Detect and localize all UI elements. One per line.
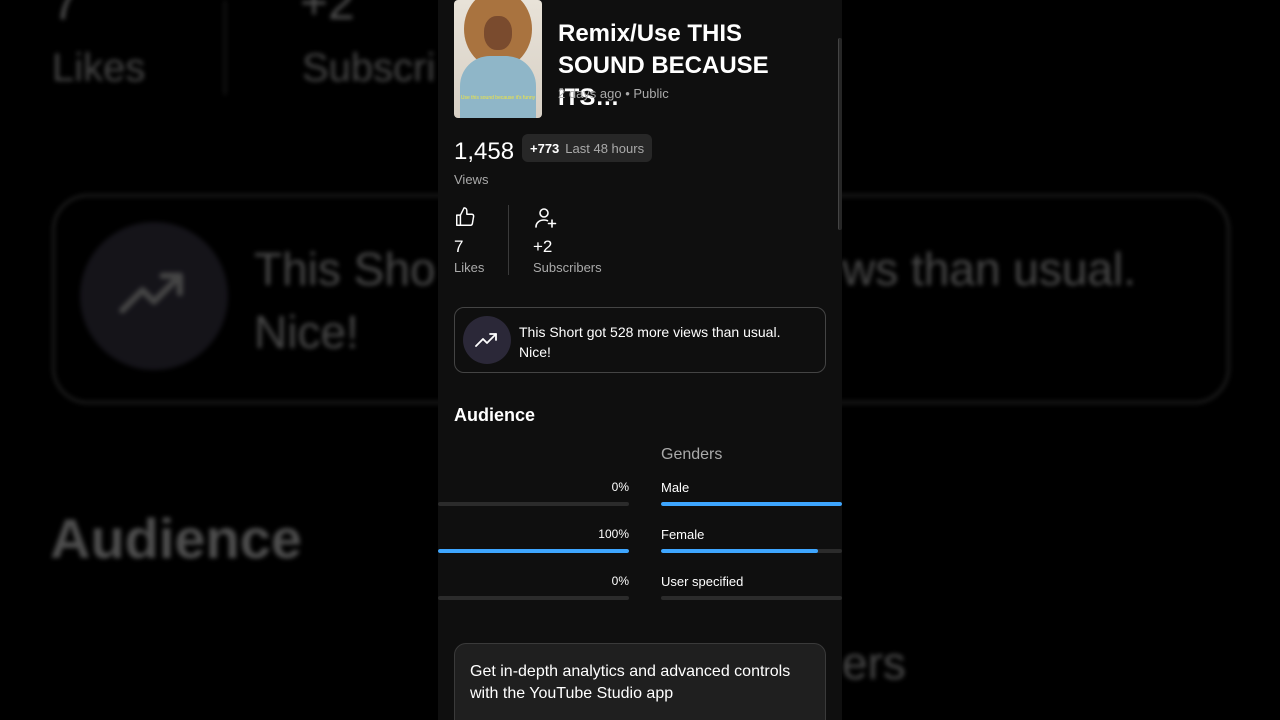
scrollbar[interactable] [838,38,842,230]
trending-up-icon [475,333,497,347]
subscribers-label: Subscribers [533,260,602,275]
genders-heading: Genders [661,446,723,463]
thumbnail-face [484,16,512,50]
views-count: 1,458 [454,138,515,165]
thumbnail-caption: Use this sound because it's funny [460,95,536,101]
views-label: Views [454,172,489,187]
bg-trending-up-icon [119,272,184,314]
analytics-panel: Use this sound because it's funny Remix/… [438,0,842,720]
left-row-3-pct: 0% [611,574,629,588]
gender-female-label: Female [661,527,705,542]
person-add-icon [535,208,557,228]
gender-male-bar [661,502,842,506]
views-delta-period: Last 48 hours [565,140,645,156]
left-row-2-fill [438,549,629,553]
likes-value: 7 [454,237,464,256]
video-meta: 2 days ago • Public [558,86,669,101]
views-delta-value: +773 [530,140,560,156]
gender-user-specified-label: User specified [661,574,744,589]
thumbnail-body [460,56,536,118]
gender-female-bar [661,549,842,553]
stats-divider [508,205,509,275]
gender-male-label: Male [661,480,690,495]
gender-male-fill [661,502,842,506]
studio-app-promo-card[interactable]: Get in-depth analytics and advanced cont… [454,643,826,720]
video-thumbnail[interactable]: Use this sound because it's funny [454,0,542,118]
bg-subs-value: +2 [300,0,355,30]
likes-label: Likes [454,260,485,275]
bg-insight-text-1: This Sho [254,243,436,295]
views-delta-badge: +773 Last 48 hours [522,134,653,162]
bg-promo-text: ers [842,637,906,689]
bg-audience-heading: Audience [50,507,303,570]
audience-heading: Audience [454,405,536,425]
gender-user-specified-bar [661,596,842,600]
left-row-1-bar [438,502,629,506]
insight-text: This Short got 528 more views than usual… [519,324,781,360]
subscribers-value: +2 [533,237,553,256]
left-row-2-pct: 100% [598,527,629,541]
promo-text: Get in-depth analytics and advanced cont… [470,663,791,702]
left-row-1-pct: 0% [611,480,629,494]
bg-likes-value: 7 [52,0,79,30]
bg-likes-label: Likes [52,46,146,90]
bg-insight-text-2: ws than usual. [842,243,1137,295]
bg-divider [224,0,226,95]
bg-insight-text-3: Nice! [254,306,359,358]
gender-female-fill [661,549,819,553]
insight-icon-circle [463,316,511,364]
left-row-2-bar [438,549,629,553]
thumbs-up-icon [456,207,475,226]
bg-subs-label: Subscri [302,46,436,90]
insight-card[interactable]: This Short got 528 more views than usual… [454,307,826,373]
left-row-3-bar [438,596,629,600]
